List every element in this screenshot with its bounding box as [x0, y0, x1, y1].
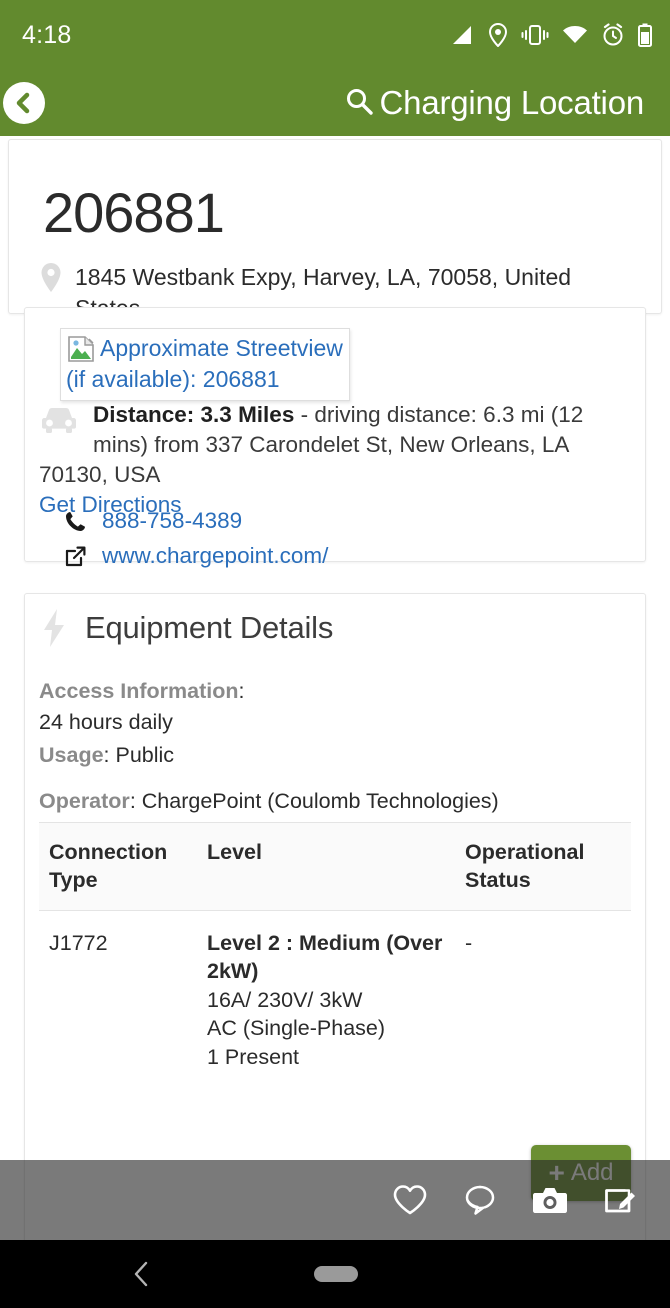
- usage-row: Usage: Public: [39, 743, 175, 767]
- nav-back-icon[interactable]: [126, 1258, 158, 1290]
- quick-action-bar: [370, 1178, 660, 1226]
- operator-label: Operator: [39, 789, 130, 813]
- phone-row[interactable]: 888-758-4389: [63, 508, 328, 535]
- contact-block: 888-758-4389 www.chargepoint.com/: [63, 508, 328, 570]
- operator-value: ChargePoint (Coulomb Technologies): [141, 789, 499, 813]
- heart-icon: [393, 1184, 427, 1221]
- battery-icon: [638, 23, 652, 47]
- website-link[interactable]: www.chargepoint.com/: [102, 543, 328, 570]
- cell-level: Level 2 : Medium (Over 2kW) 16A/ 230V/ 3…: [207, 911, 465, 1089]
- equipment-title: Equipment Details: [85, 610, 334, 645]
- location-icon: [488, 23, 508, 47]
- distance-row: Distance: 3.3 Miles - driving distance: …: [39, 400, 633, 520]
- status-time: 4:18: [22, 20, 72, 49]
- status-bar: 4:18: [0, 0, 670, 70]
- usage-value: Public: [115, 743, 175, 767]
- level-title: Level 2 : Medium (Over 2kW): [207, 931, 443, 984]
- app-bar-title-group: Charging Location: [45, 84, 670, 122]
- usage-label: Usage: [39, 743, 104, 767]
- cell-connection-type: J1772: [49, 931, 108, 956]
- phone-number[interactable]: 888-758-4389: [102, 508, 242, 535]
- distance-label: Distance: 3.3 Miles: [93, 402, 295, 427]
- wifi-icon: [562, 25, 588, 45]
- cell-operational-status: -: [465, 931, 473, 956]
- location-info-card: Approximate Streetview (if available): 2…: [24, 307, 646, 568]
- scroll-content: 206881 1845 Westbank Expy, Harvey, LA, 7…: [0, 136, 670, 1308]
- signal-icon: [451, 24, 475, 46]
- edit-button[interactable]: [598, 1180, 642, 1224]
- edit-icon: [604, 1184, 636, 1221]
- lightning-bolt-icon: [39, 608, 69, 648]
- table-row: J1772 Level 2 : Medium (Over 2kW) 16A/ 2…: [39, 911, 631, 1089]
- alarm-icon: [601, 23, 625, 47]
- search-icon[interactable]: [344, 86, 374, 121]
- camera-icon: [532, 1185, 568, 1220]
- chevron-left-icon: [16, 92, 30, 114]
- nav-home-pill[interactable]: [314, 1266, 358, 1282]
- location-header-card: 206881 1845 Westbank Expy, Harvey, LA, 7…: [8, 139, 662, 314]
- page-title: Charging Location: [379, 84, 645, 121]
- table-header-row: Connection Type Level Operational Status: [39, 821, 631, 912]
- website-row[interactable]: www.chargepoint.com/: [63, 543, 328, 570]
- level-spec: 16A/ 230V/ 3kW: [207, 987, 363, 1012]
- car-icon: [39, 404, 79, 436]
- app-bar: Charging Location: [0, 70, 670, 136]
- location-id: 206881: [43, 181, 225, 244]
- level-count: 1 Present: [207, 1044, 300, 1069]
- operator-row: Operator: ChargePoint (Coulomb Technolog…: [39, 789, 499, 813]
- connections-table: Connection Type Level Operational Status…: [39, 821, 631, 1089]
- app-screen: 4:18 Charging Location 206881 1845 Westb…: [0, 0, 670, 1308]
- col-header-level: Level: [207, 821, 465, 912]
- comment-icon: [464, 1184, 496, 1221]
- col-header-operational-status: Operational Status: [465, 821, 631, 912]
- col-header-connection-type: Connection Type: [39, 821, 207, 912]
- vibrate-icon: [521, 24, 549, 46]
- camera-button[interactable]: [528, 1180, 572, 1224]
- broken-image-icon: [67, 335, 95, 363]
- back-button[interactable]: [3, 82, 45, 124]
- connections-table-head: Connection Type Level Operational Status: [39, 821, 631, 912]
- external-link-icon: [63, 544, 88, 569]
- phone-icon: [63, 509, 88, 534]
- access-information-label: Access Information: [39, 679, 239, 703]
- android-nav-bar: [0, 1240, 670, 1308]
- favorite-button[interactable]: [388, 1180, 432, 1224]
- access-information-value: 24 hours daily: [39, 709, 173, 734]
- status-bar-icons: [451, 23, 652, 47]
- streetview-broken-image[interactable]: Approximate Streetview (if available): 2…: [60, 328, 350, 402]
- equipment-header: Equipment Details: [39, 608, 333, 648]
- level-current-type: AC (Single-Phase): [207, 1016, 386, 1041]
- access-information-row: Access Information: 24 hours daily: [39, 679, 245, 734]
- streetview-alt-text: Approximate Streetview (if available): 2…: [66, 335, 343, 392]
- connections-table-body: J1772 Level 2 : Medium (Over 2kW) 16A/ 2…: [39, 911, 631, 1089]
- comment-button[interactable]: [458, 1180, 502, 1224]
